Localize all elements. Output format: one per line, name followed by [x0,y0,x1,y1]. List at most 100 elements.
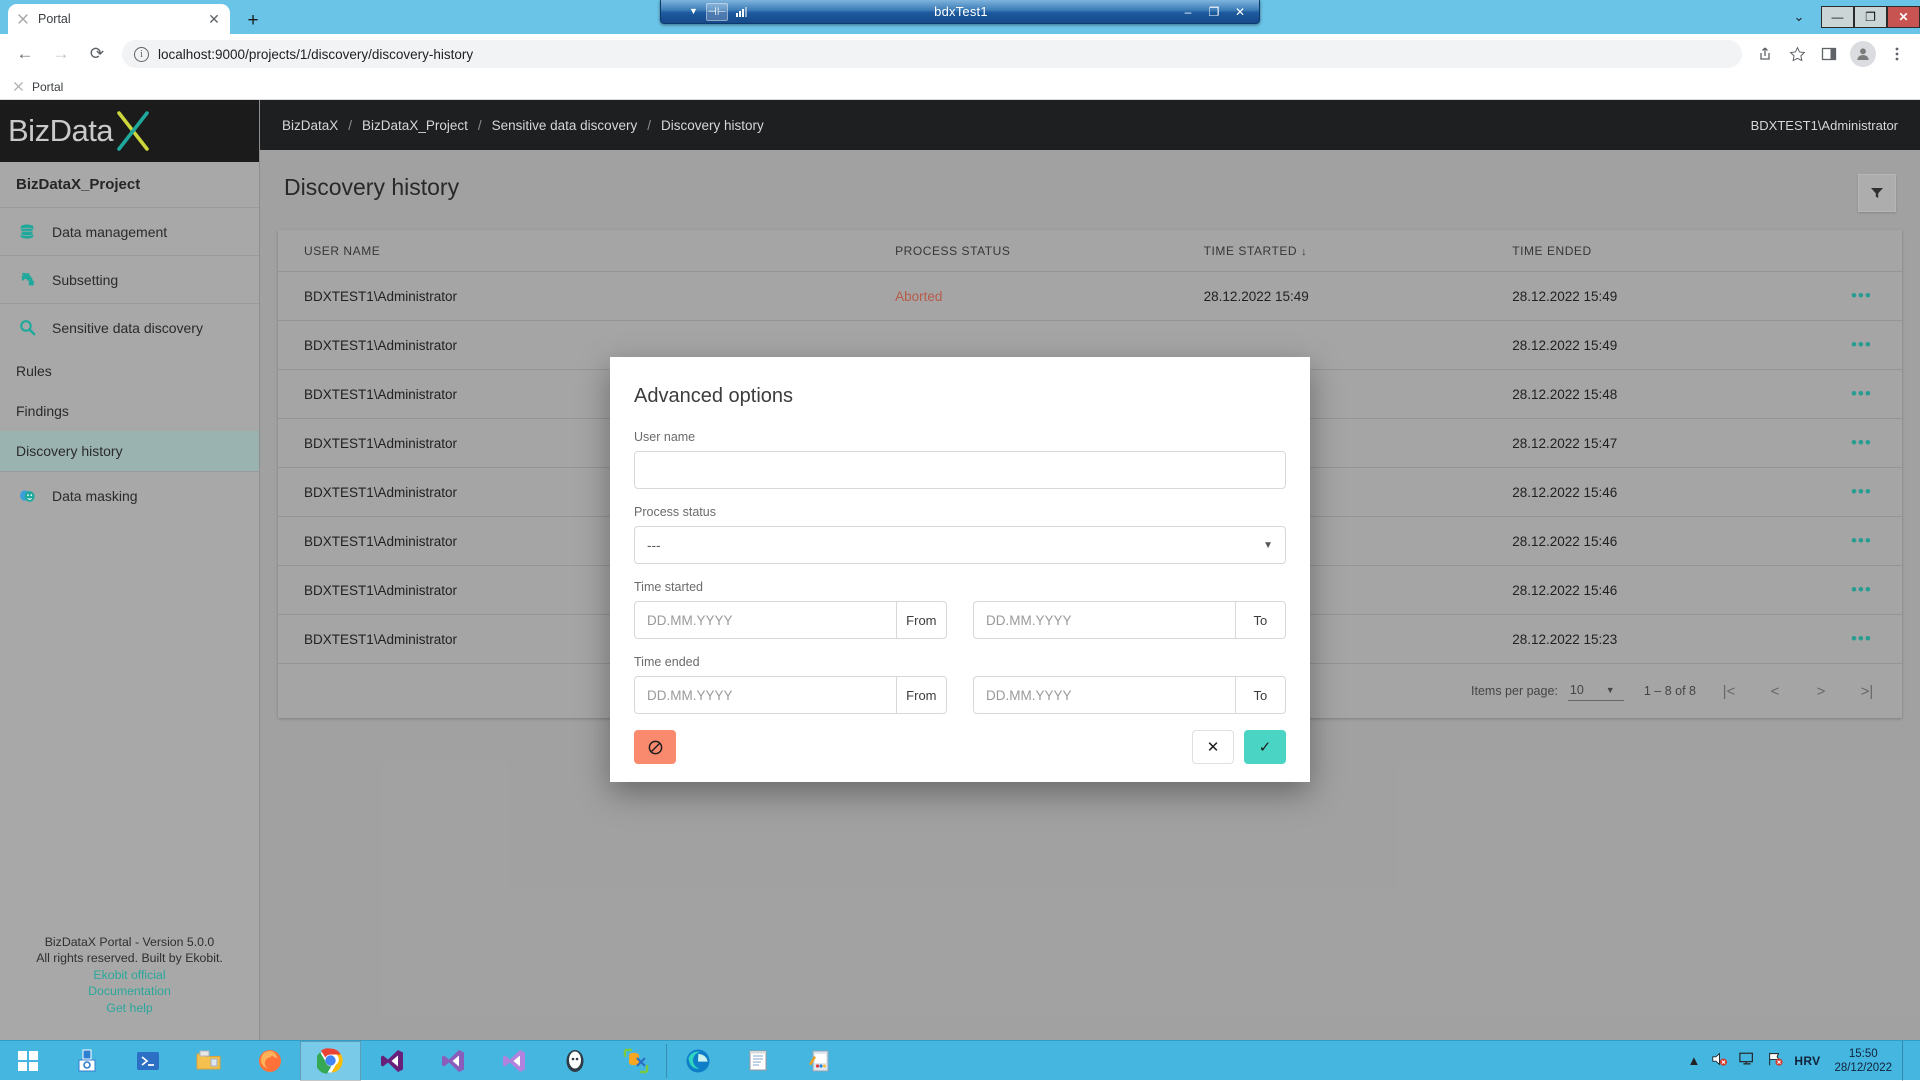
rdp-restore-button[interactable]: ❐ [1201,5,1227,19]
clock-date: 28/12/2022 [1834,1061,1892,1075]
current-user-label[interactable]: BDXTEST1\Administrator [1751,118,1898,133]
rdp-close-button[interactable]: ✕ [1227,5,1253,19]
breadcrumb-item-bizdatax[interactable]: BizDataX [282,118,338,133]
taskbar-app-chrome[interactable] [300,1041,361,1081]
volume-muted-icon[interactable] [1710,1051,1728,1070]
kebab-menu-icon[interactable] [1882,39,1912,69]
forward-icon[interactable]: → [44,37,78,71]
sidebar-item-data-masking[interactable]: Data masking [0,471,259,519]
window-minimize-button[interactable]: — [1821,6,1854,28]
tab-close-icon[interactable]: ✕ [206,11,222,28]
browser-tab-portal[interactable]: Portal ✕ [8,4,230,34]
tray-expand-icon[interactable]: ▲ [1688,1053,1701,1068]
breadcrumb-separator: / [647,118,651,133]
theater-masks-icon [16,487,38,505]
tabstrip-right-controls: ⌄ — ❐ ✕ [1777,0,1920,34]
taskbar-app-ghostdoc[interactable] [544,1041,605,1081]
site-info-icon[interactable]: i [134,47,149,62]
time-started-from-input[interactable] [634,601,896,639]
new-tab-button[interactable]: + [240,11,266,30]
footer-link-documentation[interactable]: Documentation [0,983,259,1000]
side-panel-icon[interactable] [1814,39,1844,69]
address-bar[interactable]: i localhost:9000/projects/1/discovery/di… [122,40,1742,68]
language-indicator[interactable]: HRV [1794,1054,1820,1068]
time-ended-to-input[interactable] [973,676,1235,714]
advanced-options-dialog: Advanced options User name Process statu… [610,357,1310,782]
sidebar-item-findings[interactable]: Findings [0,391,259,431]
bizdatax-favicon [16,12,30,26]
time-started-to-input[interactable] [973,601,1235,639]
profile-avatar-icon[interactable] [1850,41,1876,67]
puzzle-piece-icon [16,271,38,289]
breadcrumb-item-sensitive-data-discovery[interactable]: Sensitive data discovery [492,118,638,133]
taskbar-app-visual-studio[interactable] [361,1041,422,1081]
cancel-button[interactable]: ✕ [1192,730,1234,764]
show-desktop-button[interactable] [1902,1041,1910,1081]
sidebar-project-name: BizDataX_Project [0,162,259,207]
time-started-field-block: Time started From To [634,580,1286,639]
footer-link-ekobit-official[interactable]: Ekobit official [0,967,259,984]
taskbar-app-visual-studio-purple[interactable] [483,1041,544,1081]
sidebar-item-sensitive-data-discovery[interactable]: Sensitive data discovery [0,303,259,351]
time-started-from-group: From [634,601,947,639]
process-status-field-block: Process status --- ▼ [634,505,1286,564]
action-center-flag-icon[interactable] [1766,1051,1784,1070]
user-name-field-block: User name [634,430,1286,489]
star-icon[interactable] [1782,39,1812,69]
time-started-to-suffix: To [1235,601,1286,639]
window-maximize-button[interactable]: ❐ [1854,6,1887,28]
chevron-down-icon[interactable]: ▼ [689,7,698,16]
sidebar-subitem-label: Findings [16,403,69,419]
windows-start-icon[interactable] [0,1041,56,1081]
time-ended-from-input[interactable] [634,676,896,714]
sidebar-item-label: Subsetting [52,272,118,288]
back-icon[interactable]: ← [8,37,42,71]
database-icon [16,223,38,241]
breadcrumb: BizDataX / BizDataX_Project / Sensitive … [282,118,764,133]
sidebar-item-subsetting[interactable]: Subsetting [0,255,259,303]
bookmarks-bar: Portal [0,74,1920,100]
taskbar-app-file-explorer[interactable] [178,1041,239,1081]
taskbar-app-server-manager[interactable] [56,1041,117,1081]
apply-button[interactable]: ✓ [1244,730,1286,764]
browser-tab-title: Portal [38,12,198,26]
time-ended-to-group: To [973,676,1286,714]
footer-link-get-help[interactable]: Get help [0,1000,259,1017]
reload-icon[interactable]: ⟳ [80,37,114,71]
bizdatax-favicon [12,80,25,93]
toolbar-right-icons [1750,39,1912,69]
taskbar-app-powershell[interactable] [117,1041,178,1081]
clear-filters-button[interactable] [634,730,676,764]
browser-toolbar: ← → ⟳ i localhost:9000/projects/1/discov… [0,34,1920,74]
process-status-select[interactable]: --- ▼ [634,526,1286,564]
chevron-down-icon[interactable]: ⌄ [1777,9,1821,25]
taskbar-app-notepad[interactable] [728,1041,789,1081]
sidebar-subitem-label: Discovery history [16,443,123,459]
bookmark-portal[interactable]: Portal [32,80,63,94]
breadcrumb-separator: / [478,118,482,133]
system-tray: ▲ HRV 15:50 28/12/2022 [1688,1041,1920,1081]
app-logo: BizData [0,100,259,162]
footer-rights: All rights reserved. Built by Ekobit. [0,950,259,967]
logo-x-mark [109,107,157,155]
pin-icon[interactable]: ⊣⊢ [706,3,728,21]
taskbar-app-paint[interactable] [789,1041,850,1081]
breadcrumb-item-discovery-history[interactable]: Discovery history [661,118,764,133]
user-name-input[interactable] [634,451,1286,489]
taskbar-app-bizdatax-tool[interactable] [605,1041,666,1081]
network-icon[interactable] [1738,1051,1756,1070]
taskbar-clock[interactable]: 15:50 28/12/2022 [1830,1047,1892,1075]
sidebar-item-data-management[interactable]: Data management [0,207,259,255]
window-close-button[interactable]: ✕ [1887,6,1920,28]
rdp-minimize-button[interactable]: – [1175,5,1201,19]
time-ended-from-group: From [634,676,947,714]
sidebar-item-rules[interactable]: Rules [0,351,259,391]
share-icon[interactable] [1750,39,1780,69]
taskbar-app-firefox[interactable] [239,1041,300,1081]
breadcrumb-item-project[interactable]: BizDataX_Project [362,118,468,133]
time-ended-field-block: Time ended From To [634,655,1286,714]
taskbar-app-microsoft-edge[interactable] [667,1041,728,1081]
sidebar-item-discovery-history[interactable]: Discovery history [0,431,259,471]
dialog-title: Advanced options [634,385,1286,408]
taskbar-app-vs-code-blue[interactable] [422,1041,483,1081]
